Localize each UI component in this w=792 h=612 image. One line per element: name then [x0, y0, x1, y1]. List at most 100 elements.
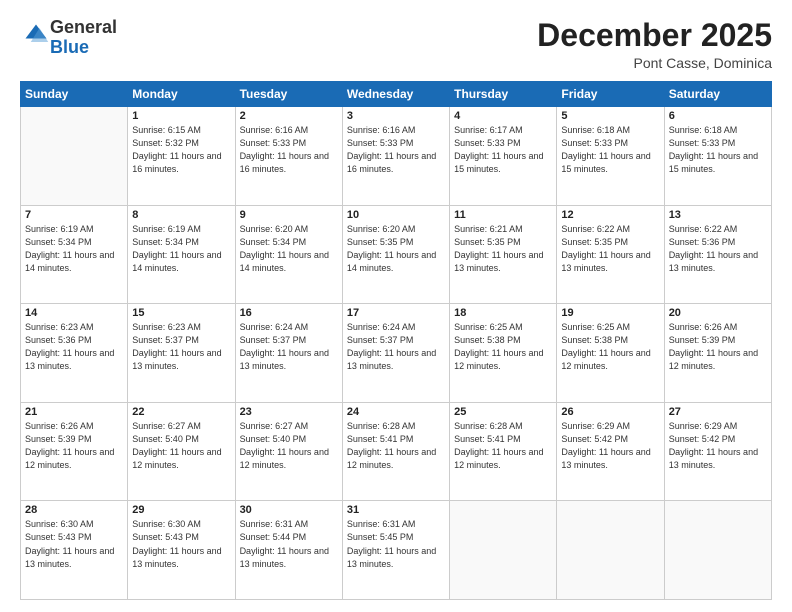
table-row: [664, 501, 771, 600]
day-number: 8: [132, 209, 230, 221]
day-info: Sunrise: 6:19 AMSunset: 5:34 PMDaylight:…: [25, 223, 123, 275]
day-info: Sunrise: 6:27 AMSunset: 5:40 PMDaylight:…: [240, 420, 338, 472]
location: Pont Casse, Dominica: [537, 55, 772, 71]
header-tuesday: Tuesday: [235, 82, 342, 107]
table-row: 26Sunrise: 6:29 AMSunset: 5:42 PMDayligh…: [557, 402, 664, 501]
header-monday: Monday: [128, 82, 235, 107]
day-number: 6: [669, 110, 767, 122]
day-number: 22: [132, 406, 230, 418]
day-info: Sunrise: 6:31 AMSunset: 5:44 PMDaylight:…: [240, 518, 338, 570]
table-row: 14 Sunrise: 6:23 AMSunset: 5:36 PMDayligh…: [21, 304, 128, 403]
day-info: Sunrise: 6:28 AMSunset: 5:41 PMDaylight:…: [347, 420, 445, 472]
day-number: 26: [561, 406, 659, 418]
day-info: Sunrise: 6:24 AMSunset: 5:37 PMDaylight:…: [347, 321, 445, 373]
weekday-header-row: Sunday Monday Tuesday Wednesday Thursday…: [21, 82, 772, 107]
day-number: 5: [561, 110, 659, 122]
day-number: 19: [561, 307, 659, 319]
day-number: 13: [669, 209, 767, 221]
table-row: [557, 501, 664, 600]
title-area: December 2025 Pont Casse, Dominica: [537, 18, 772, 71]
day-info: Sunrise: 6:30 AMSunset: 5:43 PMDaylight:…: [25, 518, 123, 570]
day-number: 14: [25, 307, 123, 319]
day-info: Sunrise: 6:15 AMSunset: 5:32 PMDaylight:…: [132, 124, 230, 176]
logo-blue-text: Blue: [50, 37, 89, 57]
day-number: 21: [25, 406, 123, 418]
day-number: 11: [454, 209, 552, 221]
day-info: Sunrise: 6:31 AMSunset: 5:45 PMDaylight:…: [347, 518, 445, 570]
table-row: 3 Sunrise: 6:16 AMSunset: 5:33 PMDaylight…: [342, 107, 449, 206]
day-number: 31: [347, 504, 445, 516]
table-row: 1Sunrise: 6:15 AMSunset: 5:32 PMDaylight…: [128, 107, 235, 206]
table-row: 5 Sunrise: 6:18 AMSunset: 5:33 PMDaylight…: [557, 107, 664, 206]
day-number: 4: [454, 110, 552, 122]
day-number: 3: [347, 110, 445, 122]
day-info: Sunrise: 6:16 AMSunset: 5:33 PMDaylight:…: [347, 124, 445, 176]
table-row: 24 Sunrise: 6:28 AMSunset: 5:41 PMDayligh…: [342, 402, 449, 501]
day-number: 29: [132, 504, 230, 516]
calendar-row: 28 Sunrise: 6:30 AMSunset: 5:43 PMDayligh…: [21, 501, 772, 600]
table-row: [450, 501, 557, 600]
header-sunday: Sunday: [21, 82, 128, 107]
day-number: 30: [240, 504, 338, 516]
table-row: 16 Sunrise: 6:24 AMSunset: 5:37 PMDayligh…: [235, 304, 342, 403]
day-info: Sunrise: 6:18 AMSunset: 5:33 PMDaylight:…: [561, 124, 659, 176]
day-number: 9: [240, 209, 338, 221]
table-row: 7 Sunrise: 6:19 AMSunset: 5:34 PMDaylight…: [21, 205, 128, 304]
table-row: 25 Sunrise: 6:28 AMSunset: 5:41 PMDayligh…: [450, 402, 557, 501]
calendar-table: Sunday Monday Tuesday Wednesday Thursday…: [20, 81, 772, 600]
day-number: 7: [25, 209, 123, 221]
day-number: 10: [347, 209, 445, 221]
day-info: Sunrise: 6:25 AMSunset: 5:38 PMDaylight:…: [561, 321, 659, 373]
table-row: 31 Sunrise: 6:31 AMSunset: 5:45 PMDayligh…: [342, 501, 449, 600]
day-number: 23: [240, 406, 338, 418]
calendar-row: 14 Sunrise: 6:23 AMSunset: 5:36 PMDayligh…: [21, 304, 772, 403]
table-row: 30 Sunrise: 6:31 AMSunset: 5:44 PMDayligh…: [235, 501, 342, 600]
day-info: Sunrise: 6:22 AMSunset: 5:35 PMDaylight:…: [561, 223, 659, 275]
day-number: 17: [347, 307, 445, 319]
day-info: Sunrise: 6:25 AMSunset: 5:38 PMDaylight:…: [454, 321, 552, 373]
day-info: Sunrise: 6:28 AMSunset: 5:41 PMDaylight:…: [454, 420, 552, 472]
table-row: 28 Sunrise: 6:30 AMSunset: 5:43 PMDayligh…: [21, 501, 128, 600]
day-info: Sunrise: 6:29 AMSunset: 5:42 PMDaylight:…: [669, 420, 767, 472]
table-row: 17 Sunrise: 6:24 AMSunset: 5:37 PMDayligh…: [342, 304, 449, 403]
day-info: Sunrise: 6:22 AMSunset: 5:36 PMDaylight:…: [669, 223, 767, 275]
table-row: 19 Sunrise: 6:25 AMSunset: 5:38 PMDayligh…: [557, 304, 664, 403]
day-info: Sunrise: 6:24 AMSunset: 5:37 PMDaylight:…: [240, 321, 338, 373]
table-row: 27 Sunrise: 6:29 AMSunset: 5:42 PMDayligh…: [664, 402, 771, 501]
header-saturday: Saturday: [664, 82, 771, 107]
table-row: 11Sunrise: 6:21 AMSunset: 5:35 PMDayligh…: [450, 205, 557, 304]
logo: General Blue: [20, 18, 117, 58]
table-row: [21, 107, 128, 206]
header-thursday: Thursday: [450, 82, 557, 107]
table-row: 12Sunrise: 6:22 AMSunset: 5:35 PMDayligh…: [557, 205, 664, 304]
logo-general-text: General: [50, 17, 117, 37]
day-number: 27: [669, 406, 767, 418]
table-row: 13 Sunrise: 6:22 AMSunset: 5:36 PMDayligh…: [664, 205, 771, 304]
header: General Blue December 2025 Pont Casse, D…: [20, 18, 772, 71]
day-number: 15: [132, 307, 230, 319]
day-number: 16: [240, 307, 338, 319]
month-title: December 2025: [537, 18, 772, 53]
table-row: 21 Sunrise: 6:26 AMSunset: 5:39 PMDayligh…: [21, 402, 128, 501]
table-row: 9 Sunrise: 6:20 AMSunset: 5:34 PMDaylight…: [235, 205, 342, 304]
page: General Blue December 2025 Pont Casse, D…: [0, 0, 792, 612]
day-info: Sunrise: 6:20 AMSunset: 5:35 PMDaylight:…: [347, 223, 445, 275]
day-number: 20: [669, 307, 767, 319]
day-number: 24: [347, 406, 445, 418]
day-number: 25: [454, 406, 552, 418]
table-row: 29Sunrise: 6:30 AMSunset: 5:43 PMDayligh…: [128, 501, 235, 600]
table-row: 8 Sunrise: 6:19 AMSunset: 5:34 PMDaylight…: [128, 205, 235, 304]
table-row: 10 Sunrise: 6:20 AMSunset: 5:35 PMDayligh…: [342, 205, 449, 304]
table-row: 4Sunrise: 6:17 AMSunset: 5:33 PMDaylight…: [450, 107, 557, 206]
table-row: 15Sunrise: 6:23 AMSunset: 5:37 PMDayligh…: [128, 304, 235, 403]
day-number: 2: [240, 110, 338, 122]
day-info: Sunrise: 6:23 AMSunset: 5:36 PMDaylight:…: [25, 321, 123, 373]
day-number: 28: [25, 504, 123, 516]
day-info: Sunrise: 6:26 AMSunset: 5:39 PMDaylight:…: [25, 420, 123, 472]
day-info: Sunrise: 6:19 AMSunset: 5:34 PMDaylight:…: [132, 223, 230, 275]
day-number: 18: [454, 307, 552, 319]
table-row: 6 Sunrise: 6:18 AMSunset: 5:33 PMDaylight…: [664, 107, 771, 206]
day-info: Sunrise: 6:27 AMSunset: 5:40 PMDaylight:…: [132, 420, 230, 472]
day-info: Sunrise: 6:18 AMSunset: 5:33 PMDaylight:…: [669, 124, 767, 176]
day-info: Sunrise: 6:20 AMSunset: 5:34 PMDaylight:…: [240, 223, 338, 275]
